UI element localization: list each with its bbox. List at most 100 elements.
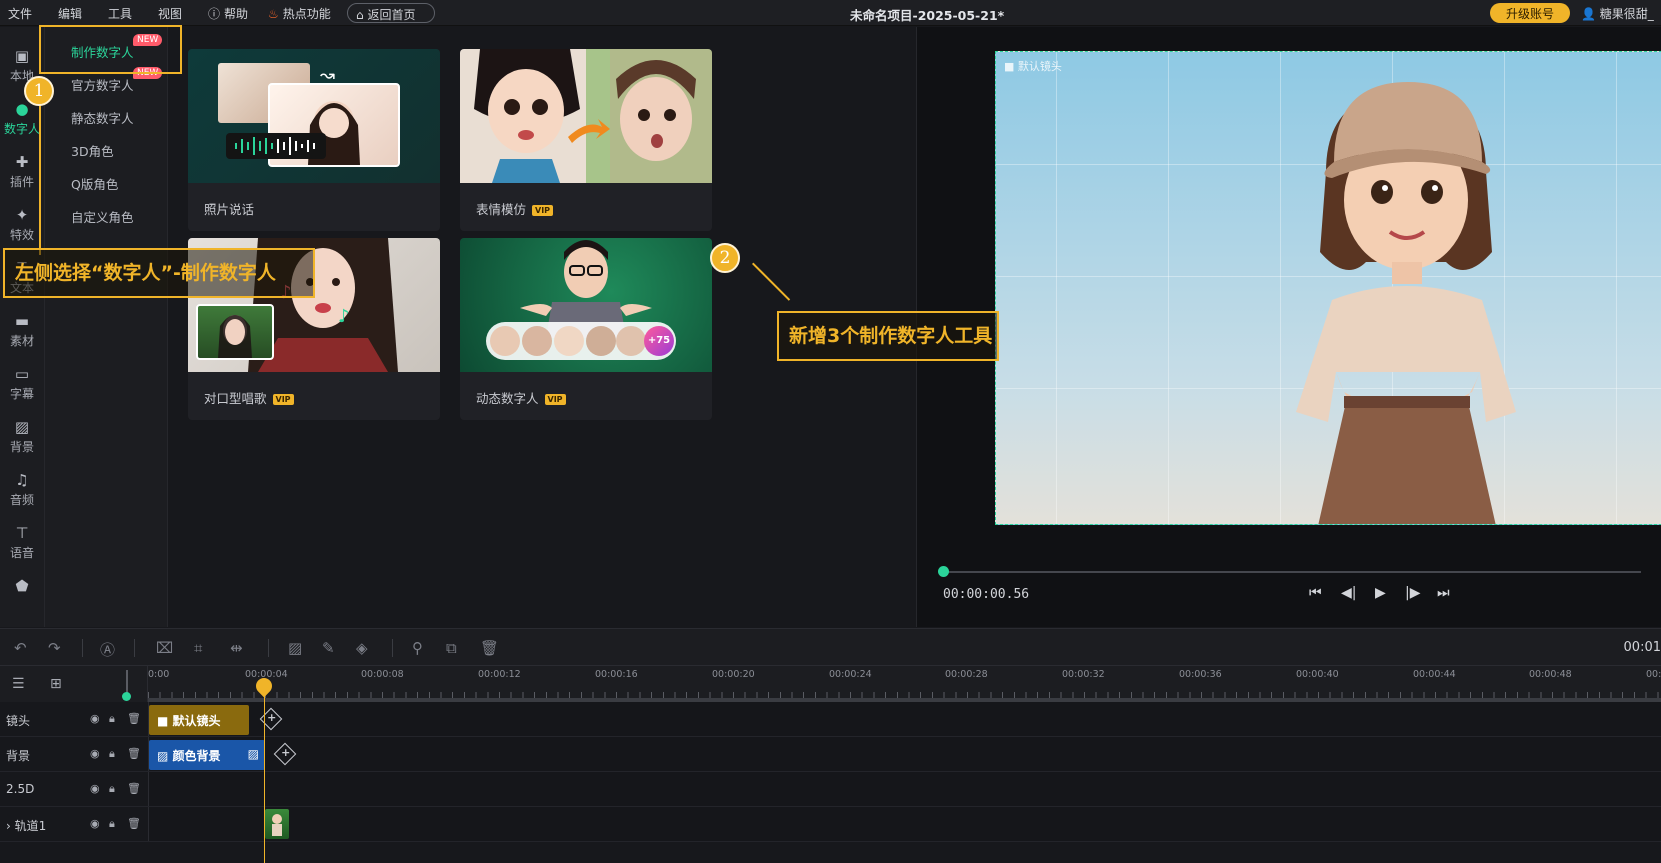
card-photo-talking[interactable]: ↝ 照片说话 <box>188 49 440 231</box>
menu-bar: 文件 编辑 工具 视图 ⓘ 帮助 ♨ 热点功能 ⌂ 返回首页 未命名项目-2025-… <box>0 0 1661 26</box>
image-edit-icon[interactable]: ▨ <box>288 639 302 657</box>
rail-item-subtitle[interactable]: ▭ 字幕 <box>0 359 44 409</box>
delete-icon[interactable]: 🗑 <box>480 639 499 657</box>
user-account[interactable]: 👤 糖果很甜_ <box>1581 5 1654 22</box>
trash-icon[interactable]: 🗑 <box>127 712 141 725</box>
prev-frame-icon[interactable]: ◀| <box>1341 585 1356 601</box>
next-frame-icon[interactable]: |▶ <box>1405 585 1420 601</box>
vip-badge: VIP <box>544 394 566 405</box>
eye-icon[interactable]: ◉ <box>90 817 100 830</box>
menu-edit[interactable]: 编辑 <box>58 5 82 22</box>
menu-file[interactable]: 文件 <box>8 5 32 22</box>
play-icon[interactable]: ▶ <box>1375 585 1386 601</box>
rail-item-material[interactable]: ▬ 素材 <box>0 306 44 356</box>
subtitle-icon: ▭ <box>14 365 30 383</box>
track-lane[interactable] <box>148 807 1661 841</box>
trash-icon[interactable]: 🗑 <box>127 747 141 760</box>
clip-default-camera[interactable]: ■ 默认镜头 <box>149 705 249 735</box>
preview-canvas[interactable]: ■ 默认镜头 <box>995 51 1661 525</box>
code-icon[interactable]: ⌧ <box>156 639 173 657</box>
rail-item-plugin[interactable]: ✚ 插件 <box>0 147 44 197</box>
rail-item-effects[interactable]: ✦ 特效 <box>0 200 44 250</box>
card-dynamic-digital-human[interactable]: +75 动态数字人 VIP <box>460 238 712 420</box>
clip-color-background[interactable]: ▨ 颜色背景 ▨ <box>149 740 265 770</box>
track-lane[interactable]: ▨ 颜色背景 ▨ + <box>148 737 1661 771</box>
skip-to-start-icon[interactable]: ⏮ <box>1309 585 1322 601</box>
eye-icon[interactable]: ◉ <box>90 747 100 760</box>
toolbar-divider <box>82 639 83 657</box>
lock-icon[interactable]: 🔒︎ <box>109 817 115 831</box>
zoom-slider-handle[interactable] <box>122 692 131 701</box>
card-label: 对口型唱歌 VIP <box>204 388 294 407</box>
back-home-button[interactable]: ⌂ 返回首页 <box>347 3 435 23</box>
step-1-callout: 左侧选择“数字人”-制作数字人 <box>3 248 315 298</box>
track-lane[interactable] <box>148 772 1661 806</box>
tick-label: 00:00:48 <box>1529 669 1572 680</box>
brush-icon[interactable]: ⚲ <box>412 639 423 657</box>
menu-view[interactable]: 视图 <box>158 5 182 22</box>
rail-item-voice[interactable]: ⊤ 语音 <box>0 518 44 568</box>
rail-item-more[interactable]: ⬟ <box>0 571 44 621</box>
music-icon: ♫ <box>15 471 29 489</box>
timeline-header: ☰ ⊞ <box>0 666 148 702</box>
track-row-camera: 镜头 ◉ 🔒︎ 🗑 ■ 默认镜头 + <box>0 702 1661 737</box>
tick-label: 00: <box>1646 669 1661 680</box>
auto-icon[interactable]: Ⓐ <box>100 639 115 660</box>
step-1-marker: 1 <box>24 76 54 106</box>
submenu-item-official-digital-human[interactable]: 官方数字人 <box>71 75 134 94</box>
copy-icon[interactable]: ⧉ <box>446 639 457 657</box>
zoom-slider-track <box>126 670 128 694</box>
toolbar-divider <box>392 639 393 657</box>
submenu-item-q-character[interactable]: Q版角色 <box>71 174 118 193</box>
trash-icon[interactable]: 🗑 <box>127 817 141 830</box>
track-row-2-5d: 2.5D ◉ 🔒︎ 🗑 <box>0 772 1661 807</box>
eye-icon[interactable]: ◉ <box>90 782 100 795</box>
toolbar-divider <box>134 639 135 657</box>
trash-icon[interactable]: 🗑 <box>127 782 141 795</box>
toolbar-divider <box>268 639 269 657</box>
track-row-track1: › 轨道1 ◉ 🔒︎ 🗑 <box>0 807 1661 842</box>
submenu-item-custom-character[interactable]: 自定义角色 <box>71 207 134 226</box>
submenu-item-3d-character[interactable]: 3D角色 <box>71 141 114 160</box>
track-settings-icon[interactable]: ☰ <box>12 676 25 692</box>
redo-icon[interactable]: ↷ <box>48 639 61 657</box>
upgrade-account-button[interactable]: 升级账号 <box>1490 3 1570 23</box>
lock-icon[interactable]: 🔒︎ <box>109 712 115 726</box>
card-expression-imitation[interactable]: 表情模仿 VIP <box>460 49 712 231</box>
undo-icon[interactable]: ↶ <box>14 639 27 657</box>
progress-handle[interactable] <box>938 566 949 577</box>
arrow-icon: ↝ <box>320 65 336 86</box>
camera-icon: ■ <box>157 714 173 728</box>
time-ruler[interactable]: 0:00 00:00:04 00:00:08 00:00:12 00:00:16… <box>148 666 1661 702</box>
vip-badge: VIP <box>532 205 554 216</box>
layers-icon[interactable]: ◈ <box>356 639 368 657</box>
submenu-item-static-digital-human[interactable]: 静态数字人 <box>71 108 134 127</box>
home-icon: ⌂ <box>356 8 368 22</box>
menu-hot[interactable]: ♨ 热点功能 <box>268 5 331 22</box>
lock-icon[interactable]: 🔒︎ <box>109 782 115 796</box>
mirror-icon[interactable]: ⇹ <box>230 639 243 657</box>
track-name: 背景 <box>6 749 31 763</box>
add-track-icon[interactable]: ⊞ <box>50 676 62 692</box>
crop-icon[interactable]: ⌗ <box>194 639 202 657</box>
avatar-strip: +75 <box>486 322 676 360</box>
add-keyframe-icon[interactable]: + <box>273 742 297 766</box>
menu-tools[interactable]: 工具 <box>108 5 132 22</box>
rail-item-audio[interactable]: ♫ 音频 <box>0 465 44 515</box>
rail-item-background[interactable]: ▨ 背景 <box>0 412 44 462</box>
tick-label: 00:00:28 <box>945 669 988 680</box>
skip-to-end-icon[interactable]: ⏭ <box>1437 585 1450 601</box>
track-lane[interactable]: ■ 默认镜头 + <box>148 702 1661 736</box>
lock-icon[interactable]: 🔒︎ <box>109 747 115 761</box>
menu-help[interactable]: ⓘ 帮助 <box>208 5 248 22</box>
audio-wave-icon <box>226 133 326 159</box>
tick-label: 00:00:16 <box>595 669 638 680</box>
track-name[interactable]: › 轨道1 <box>6 817 46 834</box>
card-label: 照片说话 <box>204 202 255 217</box>
pen-icon[interactable]: ✎ <box>322 639 335 657</box>
tick-label: 00:00:24 <box>829 669 872 680</box>
playback-progress-bar[interactable] <box>941 571 1641 573</box>
avatar <box>586 326 616 356</box>
eye-icon[interactable]: ◉ <box>90 712 100 725</box>
clip-digital-human-thumbnail[interactable] <box>265 809 289 839</box>
